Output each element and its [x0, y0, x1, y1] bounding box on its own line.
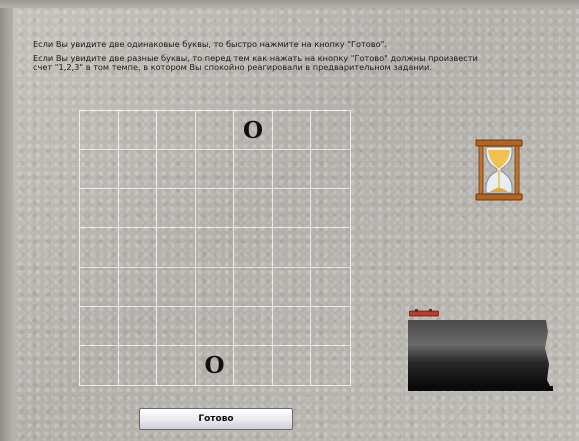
grid-cell: [234, 345, 273, 385]
grid-cell: [157, 267, 196, 307]
grid-cell: [234, 150, 273, 190]
grid-cell: [195, 267, 235, 307]
letter-grid: OO: [79, 110, 351, 386]
grid-cell: [80, 267, 119, 307]
grid-cell: [272, 228, 312, 268]
grid-cell: [157, 150, 196, 190]
grid-cell: O: [196, 345, 235, 385]
grid-cell: [119, 345, 158, 385]
grid-cell: O: [234, 111, 273, 151]
grid-cell: [80, 228, 119, 268]
grid-cell: [80, 345, 119, 385]
grid-letter: O: [243, 116, 264, 144]
grid-cell: [118, 150, 158, 190]
grid-cell: [272, 111, 312, 151]
grid-cell: [272, 267, 312, 307]
grid-cell: [272, 150, 312, 190]
grid-cell: [157, 111, 196, 151]
grid-cell: [118, 189, 158, 229]
grid-cell: [234, 306, 273, 346]
grid-cell: [118, 111, 158, 151]
grid-cell: [80, 111, 119, 151]
grid-cell: [311, 307, 350, 346]
progress-indicator: [408, 320, 553, 391]
grid-cell: [195, 306, 235, 346]
grid-cell: [118, 306, 158, 346]
grid-cell: [195, 189, 235, 229]
grid-cell: [272, 189, 312, 229]
grid-cell: [311, 228, 350, 268]
grid-cell: [118, 267, 158, 307]
grid-cell: [234, 189, 273, 229]
grid-letter: O: [204, 351, 225, 379]
grid-cell: [195, 228, 235, 268]
window-left-edge: [0, 0, 13, 441]
grid-cell: [195, 150, 235, 190]
indicator-marker: [409, 309, 439, 317]
grid-cell: [234, 228, 273, 268]
grid-cell: [195, 111, 235, 151]
grid-cell: [311, 150, 350, 190]
grid-cell: [234, 267, 273, 307]
grid-cell: [273, 345, 312, 385]
grid-cell: [311, 268, 350, 307]
hourglass-icon: [475, 139, 523, 201]
grid-cell: [80, 150, 119, 190]
grid-cell: [157, 345, 196, 385]
grid-cell: [272, 306, 312, 346]
test-screen: Если Вы увидите две одинаковые буквы, то…: [0, 0, 579, 441]
grid-cell: [311, 111, 350, 151]
grid-cell: [311, 189, 350, 229]
grid-cell: [157, 306, 196, 346]
window-top-edge: [0, 0, 579, 8]
grid-cell: [80, 306, 119, 346]
grid-cell: [80, 189, 119, 229]
instruction-count: счет "1,2,3" в том темпе, в котором Вы с…: [33, 62, 432, 72]
grid-cell: [311, 346, 350, 385]
grid-cell: [157, 228, 196, 268]
instruction-same-letters: Если Вы увидите две одинаковые буквы, то…: [33, 39, 388, 49]
ready-button[interactable]: Готово: [139, 408, 293, 430]
grid-cell: [118, 228, 158, 268]
instructions: Если Вы увидите две одинаковые буквы, то…: [33, 40, 578, 72]
grid-cell: [157, 189, 196, 229]
